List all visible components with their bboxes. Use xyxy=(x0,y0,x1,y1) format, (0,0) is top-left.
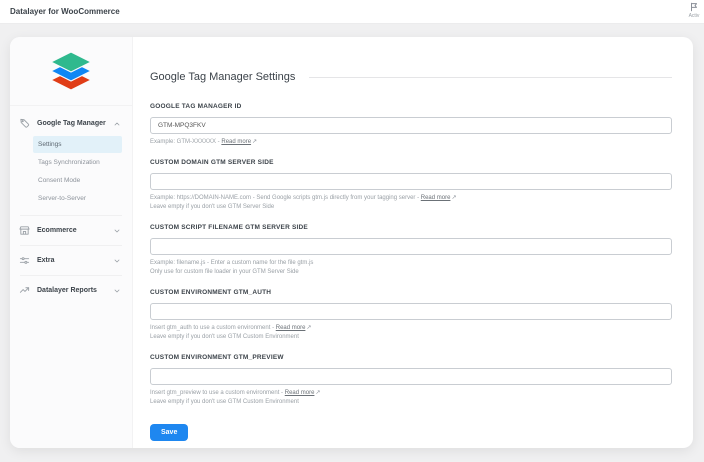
sidebar-section-google-tag-manager[interactable]: Google Tag Manager xyxy=(10,113,132,134)
section-label: Google Tag Manager xyxy=(37,120,113,127)
field-help: Insert gtm_auth to use a custom environm… xyxy=(150,324,672,342)
field-custom-filename: CUSTOM SCRIPT FILENAME GTM SERVER SIDE E… xyxy=(150,224,672,277)
help-text: Insert gtm_auth to use a custom environm… xyxy=(150,325,276,331)
field-label: CUSTOM DOMAIN GTM SERVER SIDE xyxy=(150,159,672,166)
sidebar-section-extra[interactable]: Extra xyxy=(10,250,132,271)
field-help: Example: GTM-XXXXXX - Read more↗ xyxy=(150,138,672,147)
external-link-arrow: ↗ xyxy=(306,325,311,331)
sidebar-item-consent-mode[interactable]: Consent Mode xyxy=(33,172,122,189)
field-gtm-id: GOOGLE TAG MANAGER ID Example: GTM-XXXXX… xyxy=(150,103,672,147)
page-title: Google Tag Manager Settings xyxy=(150,71,295,83)
gtm-auth-input[interactable] xyxy=(150,303,672,320)
sidebar-item-settings[interactable]: Settings xyxy=(33,136,122,153)
help-text-2: Leave empty if you don't use GTM Custom … xyxy=(150,333,672,342)
trend-chart-icon xyxy=(19,285,30,296)
section-label: Extra xyxy=(37,257,113,264)
read-more-link[interactable]: Read more xyxy=(221,139,251,145)
activate-label: Activ xyxy=(689,13,700,19)
field-help: Example: https://DOMAIN-NAME.com - Send … xyxy=(150,194,672,212)
field-label: CUSTOM ENVIRONMENT GTM_PREVIEW xyxy=(150,354,672,361)
sidebar: Google Tag Manager Settings Tags Synchro… xyxy=(10,37,133,448)
heading-divider xyxy=(309,77,672,78)
top-bar: Datalayer for WooCommerce Activ xyxy=(0,0,704,24)
sliders-icon xyxy=(19,255,30,266)
external-link-arrow: ↗ xyxy=(252,139,257,145)
divider xyxy=(20,275,122,276)
field-help: Insert gtm_preview to use a custom envir… xyxy=(150,389,672,407)
help-text-2: Leave empty if you don't use GTM Server … xyxy=(150,203,672,212)
section-label: Datalayer Reports xyxy=(37,287,113,294)
activate-action[interactable]: Activ xyxy=(671,2,704,19)
flag-icon xyxy=(689,2,699,12)
external-link-arrow: ↗ xyxy=(315,390,320,396)
gtm-preview-input[interactable] xyxy=(150,368,672,385)
help-text: Insert gtm_preview to use a custom envir… xyxy=(150,390,285,396)
field-custom-domain: CUSTOM DOMAIN GTM SERVER SIDE Example: h… xyxy=(150,159,672,212)
help-text-2: Only use for custom file loader in your … xyxy=(150,268,672,277)
settings-content: Google Tag Manager Settings GOOGLE TAG M… xyxy=(133,37,693,448)
external-link-arrow: ↗ xyxy=(451,195,456,201)
plugin-panel: Google Tag Manager Settings Tags Synchro… xyxy=(10,37,693,448)
section-label: Ecommerce xyxy=(37,227,113,234)
field-gtm-preview: CUSTOM ENVIRONMENT GTM_PREVIEW Insert gt… xyxy=(150,354,672,407)
field-label: CUSTOM ENVIRONMENT GTM_AUTH xyxy=(150,289,672,296)
gtm-id-input[interactable] xyxy=(150,117,672,134)
field-help: Example: filename.js - Enter a custom na… xyxy=(150,259,672,277)
help-text: Example: GTM-XXXXXX - xyxy=(150,139,221,145)
help-text-2: Leave empty if you don't use GTM Custom … xyxy=(150,398,672,407)
sidebar-item-tags-synchronization[interactable]: Tags Synchronization xyxy=(33,154,122,171)
help-text: Example: https://DOMAIN-NAME.com - Send … xyxy=(150,195,421,201)
custom-filename-input[interactable] xyxy=(150,238,672,255)
chevron-down-icon xyxy=(113,257,121,265)
datalayer-logo xyxy=(10,37,132,106)
chevron-down-icon xyxy=(113,287,121,295)
field-gtm-auth: CUSTOM ENVIRONMENT GTM_AUTH Insert gtm_a… xyxy=(150,289,672,342)
custom-domain-input[interactable] xyxy=(150,173,672,190)
layers-logo-icon xyxy=(47,50,95,94)
sidebar-menu: Google Tag Manager Settings Tags Synchro… xyxy=(10,106,132,301)
save-button[interactable]: Save xyxy=(150,424,188,441)
divider xyxy=(20,245,122,246)
divider xyxy=(20,215,122,216)
storefront-icon xyxy=(19,225,30,236)
page-heading-row: Google Tag Manager Settings xyxy=(150,71,672,83)
read-more-link[interactable]: Read more xyxy=(285,390,315,396)
gtm-submenu: Settings Tags Synchronization Consent Mo… xyxy=(10,134,132,211)
read-more-link[interactable]: Read more xyxy=(421,195,451,201)
field-label: GOOGLE TAG MANAGER ID xyxy=(150,103,672,110)
app-title: Datalayer for WooCommerce xyxy=(10,7,120,16)
tag-icon xyxy=(19,118,30,129)
field-label: CUSTOM SCRIPT FILENAME GTM SERVER SIDE xyxy=(150,224,672,231)
sidebar-section-ecommerce[interactable]: Ecommerce xyxy=(10,220,132,241)
chevron-up-icon xyxy=(113,120,121,128)
sidebar-item-server-to-server[interactable]: Server-to-Server xyxy=(33,190,122,207)
help-text: Example: filename.js - Enter a custom na… xyxy=(150,260,313,266)
read-more-link[interactable]: Read more xyxy=(276,325,306,331)
chevron-down-icon xyxy=(113,227,121,235)
sidebar-section-datalayer-reports[interactable]: Datalayer Reports xyxy=(10,280,132,301)
